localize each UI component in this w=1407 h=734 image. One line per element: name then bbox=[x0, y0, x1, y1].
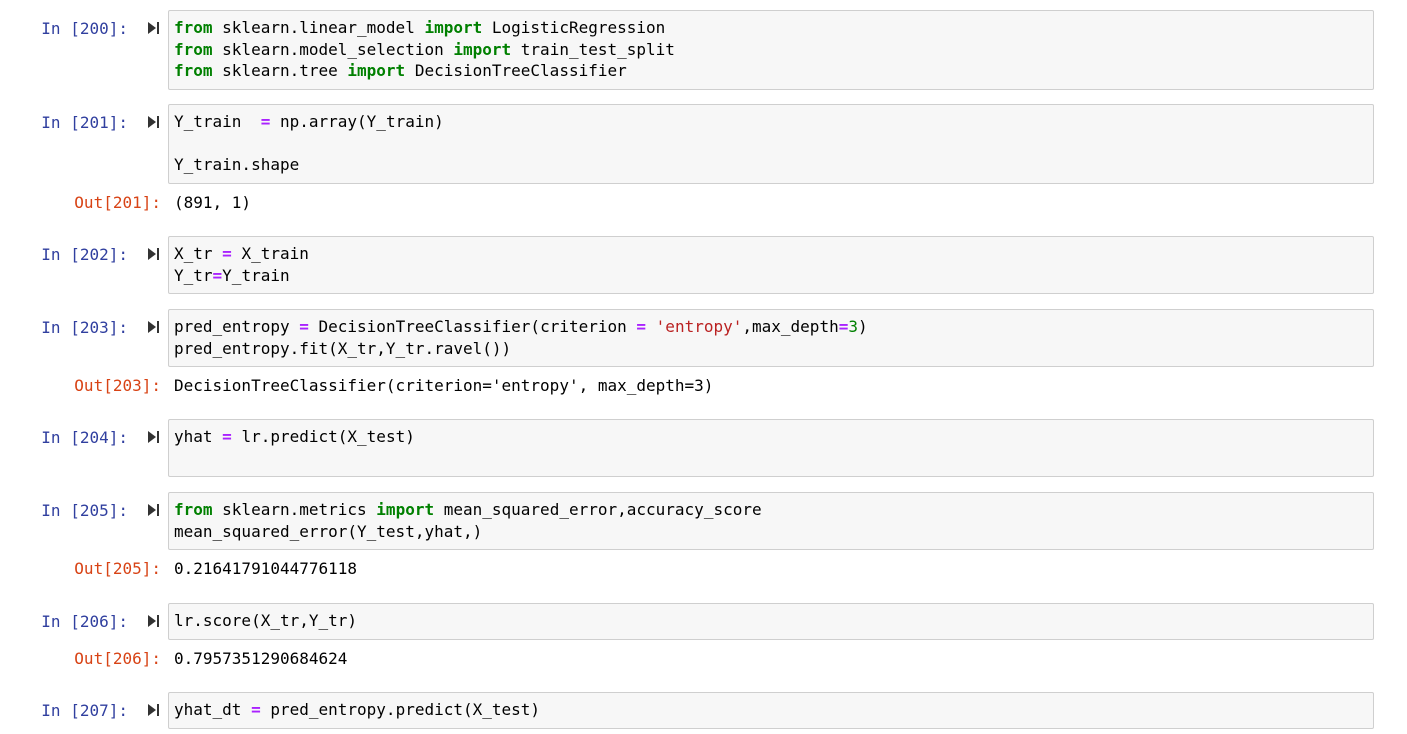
output-prompt: Out[206]: bbox=[74, 649, 161, 668]
code-text: ) bbox=[857, 317, 868, 336]
keyword: from bbox=[174, 39, 213, 59]
operator: = bbox=[222, 427, 232, 446]
code-line: from sklearn.tree import DecisionTreeCla… bbox=[174, 60, 675, 82]
code-line: yhat = lr.predict(X_test) bbox=[174, 426, 415, 448]
code-input-area[interactable]: yhat_dt = pred_entropy.predict(X_test) bbox=[168, 692, 1374, 729]
input-prompt: In [206]: bbox=[41, 612, 128, 631]
input-prompt: In [203]: bbox=[41, 318, 128, 337]
operator: = bbox=[251, 700, 261, 719]
code-input-area[interactable]: from sklearn.linear_model import Logisti… bbox=[168, 10, 1374, 90]
run-cell-icon[interactable] bbox=[147, 21, 160, 35]
operator: = bbox=[222, 244, 232, 263]
run-cell-icon[interactable] bbox=[147, 614, 160, 628]
operator: = bbox=[636, 317, 647, 336]
input-prompt: In [207]: bbox=[41, 701, 128, 720]
run-cell-icon[interactable] bbox=[147, 115, 160, 129]
code-input-area[interactable]: pred_entropy = DecisionTreeClassifier(cr… bbox=[168, 309, 1374, 367]
output-prompt: Out[203]: bbox=[74, 376, 161, 395]
code-text: X_train bbox=[231, 244, 309, 263]
keyword: from bbox=[174, 18, 213, 37]
code-line: Y_tr=Y_train bbox=[174, 265, 309, 287]
input-prompt: In [205]: bbox=[41, 501, 128, 520]
code-text: yhat_dt bbox=[174, 700, 252, 719]
code-text: yhat bbox=[174, 427, 223, 446]
code-text: sklearn.tree bbox=[212, 61, 348, 80]
code-text: DecisionTreeClassifier bbox=[405, 61, 627, 80]
keyword: import bbox=[376, 500, 435, 519]
code-text: lr.predict(X_test) bbox=[231, 427, 415, 446]
code-text: sklearn.model_selection bbox=[212, 39, 454, 59]
code-text: DecisionTreeClassifier(criterion bbox=[308, 317, 637, 336]
cell-output: 0.7957351290684624 bbox=[174, 649, 348, 668]
run-cell-icon[interactable] bbox=[147, 503, 160, 517]
string-literal: 'entropy' bbox=[655, 317, 743, 336]
code-line: from sklearn.metrics import mean_squared… bbox=[174, 499, 762, 521]
output-prompt: Out[205]: bbox=[74, 559, 161, 578]
code-input-area[interactable]: lr.score(X_tr,Y_tr) bbox=[168, 603, 1374, 640]
code-line: Y_train = np.array(Y_train) bbox=[174, 111, 444, 133]
cell-output: 0.21641791044776118 bbox=[174, 559, 358, 578]
code-line: from sklearn.model_selection import trai… bbox=[174, 39, 675, 61]
operator: = bbox=[212, 265, 223, 285]
code-input-area[interactable]: yhat = lr.predict(X_test) bbox=[168, 419, 1374, 477]
code-text: LogisticRegression bbox=[482, 18, 666, 37]
code-text: ,max_depth bbox=[742, 317, 839, 336]
run-cell-icon[interactable] bbox=[147, 430, 160, 444]
code-line: from sklearn.linear_model import Logisti… bbox=[174, 17, 675, 39]
input-prompt: In [200]: bbox=[41, 19, 128, 38]
run-cell-icon[interactable] bbox=[147, 247, 160, 261]
code-text: np.array(Y_train) bbox=[270, 112, 444, 131]
code-text: X_tr bbox=[174, 244, 223, 263]
operator: = bbox=[838, 317, 849, 336]
code-text: pred_entropy bbox=[174, 317, 300, 336]
code-text: mean_squared_error,accuracy_score bbox=[434, 500, 762, 519]
number-literal: 3 bbox=[848, 317, 858, 336]
code-input-area[interactable]: from sklearn.metrics import mean_squared… bbox=[168, 492, 1374, 550]
code-line: mean_squared_error(Y_test,yhat,) bbox=[174, 521, 483, 541]
output-prompt: Out[201]: bbox=[74, 193, 161, 212]
input-prompt: In [202]: bbox=[41, 245, 128, 264]
code-text: sklearn.metrics bbox=[212, 500, 377, 519]
run-cell-icon[interactable] bbox=[147, 320, 160, 334]
code-text: Y_train bbox=[222, 265, 290, 285]
keyword: import bbox=[453, 39, 512, 59]
code-text: pred_entropy.predict(X_test) bbox=[260, 700, 541, 719]
keyword: import bbox=[424, 18, 483, 37]
code-line: pred_entropy.fit(X_tr,Y_tr.ravel()) bbox=[174, 338, 512, 358]
code-text: train_test_split bbox=[511, 39, 675, 59]
code-line: X_tr = X_train bbox=[174, 243, 309, 265]
code-input-area[interactable]: Y_train = np.array(Y_train) Y_train.shap… bbox=[168, 104, 1374, 184]
keyword: from bbox=[174, 61, 213, 80]
cell-output: DecisionTreeClassifier(criterion='entrop… bbox=[174, 376, 714, 395]
input-prompt: In [201]: bbox=[41, 113, 128, 132]
code-line: yhat_dt = pred_entropy.predict(X_test) bbox=[174, 699, 540, 721]
operator: = bbox=[299, 317, 309, 336]
keyword: from bbox=[174, 500, 213, 519]
input-prompt: In [204]: bbox=[41, 428, 128, 447]
code-input-area[interactable]: X_tr = X_train Y_tr=Y_train bbox=[168, 236, 1374, 294]
operator: = bbox=[260, 112, 271, 131]
code-text: sklearn.linear_model bbox=[212, 18, 425, 37]
code-text: Y_tr bbox=[174, 265, 213, 285]
cell-output: (891, 1) bbox=[174, 193, 252, 212]
code-line: pred_entropy = DecisionTreeClassifier(cr… bbox=[174, 316, 868, 338]
code-line: Y_train.shape bbox=[174, 155, 300, 174]
code-line: lr.score(X_tr,Y_tr) bbox=[174, 611, 358, 630]
run-cell-icon[interactable] bbox=[147, 703, 160, 717]
code-text: Y_train bbox=[174, 112, 261, 131]
keyword: import bbox=[347, 61, 406, 80]
